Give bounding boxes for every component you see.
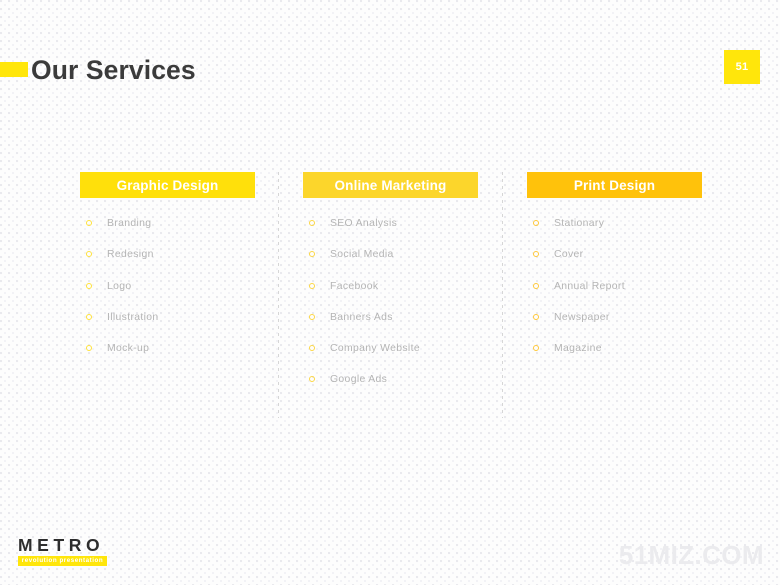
list-item-label: Newspaper: [554, 311, 610, 323]
service-list-graphic-design: Branding Redesign Logo Illustration Mock…: [80, 217, 255, 373]
list-item[interactable]: Magazine: [527, 342, 702, 373]
ring-bullet-icon: [533, 313, 539, 320]
service-list-online-marketing: SEO Analysis Social Media Facebook Banne…: [303, 217, 478, 405]
service-list-print-design: Stationary Cover Annual Report Newspaper…: [527, 217, 702, 373]
list-item-label: SEO Analysis: [330, 218, 398, 229]
list-item-label: Facebook: [330, 280, 379, 292]
ring-bullet-icon: [309, 313, 315, 320]
list-item[interactable]: Company Website: [303, 342, 478, 373]
ring-bullet-icon: [86, 345, 92, 352]
list-item[interactable]: Google Ads: [303, 373, 478, 404]
list-item[interactable]: Branding: [80, 217, 255, 248]
list-item[interactable]: Social Media: [303, 248, 478, 279]
list-item-label: Redesign: [107, 249, 154, 261]
ring-bullet-icon: [86, 313, 92, 320]
ring-bullet-icon: [86, 282, 92, 289]
list-item-label: Branding: [107, 218, 152, 229]
list-item[interactable]: Illustration: [80, 311, 255, 342]
ring-bullet-icon: [309, 220, 315, 226]
list-item[interactable]: Cover: [527, 248, 702, 279]
ring-bullet-icon: [309, 345, 315, 352]
ring-bullet-icon: [533, 251, 539, 258]
list-item-label: Annual Report: [554, 280, 625, 292]
logo-name: METRO: [18, 535, 105, 555]
list-item-label: Banners Ads: [330, 311, 393, 323]
list-item-label: Social Media: [330, 249, 394, 261]
list-item-label: Illustration: [107, 311, 159, 323]
service-column-graphic-design: Graphic Design Branding Redesign Logo Il…: [80, 172, 255, 373]
slide-canvas: Our Services 51 Graphic Design Branding …: [0, 0, 780, 585]
ring-bullet-icon: [309, 282, 315, 289]
ring-bullet-icon: [533, 345, 539, 352]
title-accent-bar: [0, 62, 28, 77]
ring-bullet-icon: [533, 282, 539, 289]
list-item-label: Google Ads: [330, 374, 388, 386]
service-column-print-design: Print Design Stationary Cover Annual Rep…: [527, 172, 702, 373]
service-column-online-marketing: Online Marketing SEO Analysis Social Med…: [303, 172, 478, 405]
list-item[interactable]: Mock-up: [80, 342, 255, 373]
list-item-label: Magazine: [554, 343, 602, 355]
column-header-graphic-design: Graphic Design: [80, 172, 255, 198]
ring-bullet-icon: [86, 220, 92, 226]
list-item-label: Stationary: [554, 218, 605, 229]
list-item[interactable]: Stationary: [527, 217, 702, 248]
column-header-online-marketing: Online Marketing: [303, 172, 478, 198]
column-header-print-design: Print Design: [527, 172, 702, 198]
list-item[interactable]: Redesign: [80, 248, 255, 279]
page-title: Our Services: [31, 55, 196, 85]
logo-tagline: revolution presentation: [18, 556, 107, 566]
list-item[interactable]: SEO Analysis: [303, 217, 478, 248]
list-item[interactable]: Logo: [80, 280, 255, 311]
ring-bullet-icon: [309, 376, 315, 383]
list-item[interactable]: Facebook: [303, 280, 478, 311]
brand-logo: METRO revolution presentation: [18, 536, 107, 566]
list-item[interactable]: Annual Report: [527, 280, 702, 311]
page-number-badge: 51: [724, 50, 760, 84]
list-item-label: Logo: [107, 280, 132, 292]
watermark: 51MIZ.COM: [618, 540, 764, 570]
list-item-label: Cover: [554, 249, 584, 261]
ring-bullet-icon: [86, 251, 92, 258]
list-item-label: Mock-up: [107, 343, 150, 355]
list-item[interactable]: Newspaper: [527, 311, 702, 342]
list-item-label: Company Website: [330, 343, 420, 355]
page-number-label: 51: [735, 61, 749, 73]
column-divider-2: [502, 172, 503, 418]
column-divider-1: [278, 172, 279, 418]
list-item[interactable]: Banners Ads: [303, 311, 478, 342]
ring-bullet-icon: [309, 251, 315, 258]
ring-bullet-icon: [533, 220, 539, 226]
